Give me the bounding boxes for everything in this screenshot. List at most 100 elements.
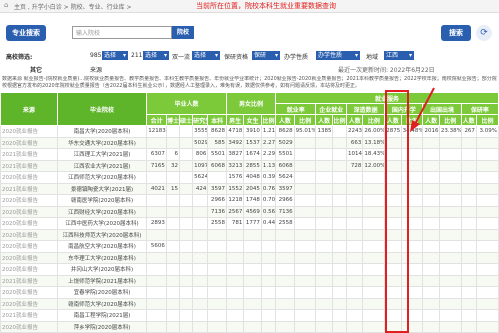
filter-nature-select[interactable]: 办学性质 (316, 51, 360, 60)
table-row[interactable]: 2020就业报告 井冈山大学(2020届本科) (0, 263, 499, 276)
cell-src[interactable]: 2020就业报告 (0, 228, 58, 241)
school-search-button[interactable]: 院校 (172, 26, 194, 39)
sub-header[interactable]: 比例 (438, 114, 462, 126)
cell-src[interactable]: 2020就业报告 (0, 194, 58, 207)
cell-school[interactable]: 江西农业大学(2021届) (56, 159, 148, 172)
cell-src[interactable]: 2020就业报告 (0, 217, 58, 230)
table-row[interactable]: 2021就业报告 南昌工程学院(2021届) (0, 309, 499, 322)
table-row[interactable]: 2020就业报告 宜春学院(2020届本科) (0, 286, 499, 299)
sub-header[interactable]: 比例 (475, 114, 499, 126)
sub-header[interactable]: 比例 (362, 114, 386, 126)
cell-school[interactable]: 江西师范大学(2020届本科) (56, 171, 148, 184)
cell-deep-r (362, 320, 386, 333)
table-row[interactable]: 2020就业报告 南昌航空大学(2020届本科) 5606 (0, 240, 499, 253)
table-row[interactable]: 2021就业报告 江西农业大学(2021届) 7165 32 1097 6068 3213 2… (0, 159, 499, 172)
sub-header[interactable]: 人数 (460, 114, 477, 126)
cell-school[interactable]: 东华理工大学(2020届本科) (56, 251, 148, 264)
cell-src[interactable]: 2021就业报告 (0, 182, 58, 195)
cell-school[interactable]: 赣南医学院(2020届本科) (56, 194, 148, 207)
filter-dfc-select[interactable]: 选择 (192, 51, 220, 60)
cell-school[interactable]: 江西科技师范大学(2020届本科) (56, 228, 148, 241)
table-row[interactable]: 2021就业报告 上饶师范学院(2021届本科) (0, 274, 499, 287)
cell-school[interactable]: 华东交通大学(2020届本科) (56, 136, 148, 149)
cell-total (146, 171, 167, 184)
sub-header[interactable]: 女生 (243, 114, 262, 126)
filter-211-select[interactable]: 选择 (143, 51, 169, 60)
table-row[interactable]: 2020就业报告 江西财经大学(2020届本科) 7136 2567 4569 0.56 7… (0, 205, 499, 218)
table-row[interactable]: 2020就业报告 赣南师范大学(2020届本科) (0, 297, 499, 310)
cell-male (225, 320, 245, 333)
breadcrumb[interactable]: 主页 , 升学小白诊 > 院校、专业、行业库 > (14, 2, 132, 11)
cell-src[interactable]: 2020就业报告 (0, 136, 58, 149)
cell-abroad-r (438, 228, 462, 241)
cell-school[interactable]: 宜春学院(2020届本科) (56, 286, 148, 299)
refresh-icon[interactable]: ⟳ (476, 25, 492, 41)
table-row[interactable]: 2020就业报告 华东交通大学(2020届本科) 5029 585 3492 1537 2.… (0, 136, 499, 149)
cell-school[interactable]: 南昌航空大学(2020届本科) (56, 240, 148, 253)
sub-header[interactable]: 人数 (346, 114, 364, 126)
cell-src[interactable]: 2020就业报告 (0, 171, 58, 184)
sub-header[interactable]: 研究生 (192, 114, 209, 126)
cell-school[interactable]: 上饶师范学院(2021届本科) (56, 274, 148, 287)
school-search-input[interactable]: 输入院校 (72, 26, 172, 39)
table-row[interactable]: 2021就业报告 江西理工大学(2021届) 6307 6 806 5501 3827 167… (0, 148, 499, 161)
site-logo-button[interactable]: 专业搜索 (6, 25, 46, 41)
cell-male (225, 240, 245, 253)
table-row[interactable]: 2020就业报告 江西科技师范大学(2020届本科) (0, 228, 499, 241)
sub-header[interactable]: 合计 (146, 114, 167, 126)
sub-header[interactable]: 本科 (207, 114, 227, 126)
cell-school[interactable]: 南昌大学(2020届本科) (56, 125, 148, 138)
cell-school[interactable]: 江西财经大学(2020届本科) (56, 205, 148, 218)
cell-src[interactable]: 2020就业报告 (0, 286, 58, 299)
cell-src[interactable]: 2021就业报告 (0, 159, 58, 172)
cell-school[interactable]: 江西理工大学(2021届) (56, 148, 148, 161)
cell-school[interactable]: 江西中医药大学(2020届本科) (56, 217, 148, 230)
cell-src[interactable]: 2020就业报告 (0, 251, 58, 264)
filter-baoyan-select[interactable]: 保研 (252, 51, 280, 60)
cell-by-n (460, 286, 477, 299)
table-row[interactable]: 2020就业报告 东华理工大学(2020届本科) (0, 251, 499, 264)
cell-src[interactable]: 2020就业报告 (0, 297, 58, 310)
cell-school[interactable]: 赣南师范大学(2020届本科) (56, 297, 148, 310)
cell-deep-n (346, 320, 364, 333)
cell-phd (165, 263, 181, 276)
cell-school[interactable]: 景德镇陶瓷大学(2021届) (56, 182, 148, 195)
cell-src[interactable]: 2020就业报告 (0, 205, 58, 218)
cell-school[interactable]: 井冈山大学(2020届本科) (56, 263, 148, 276)
sub-header[interactable]: 比例 (293, 114, 317, 126)
col-source[interactable]: 来源 (0, 92, 58, 126)
cell-src[interactable]: 2020就业报告 (0, 125, 58, 138)
cell-src[interactable]: 2021就业报告 (0, 148, 58, 161)
table-row[interactable]: 2020就业报告 江西师范大学(2020届本科) 5624 1576 4048 0.39 5… (0, 171, 499, 184)
cell-src[interactable]: 2020就业报告 (0, 320, 58, 333)
sub-header[interactable]: 硕士 (179, 114, 194, 126)
cell-school[interactable]: 南昌工程学院(2021届) (56, 309, 148, 322)
cell-school[interactable]: 萍乡学院(2020届本科) (56, 320, 148, 333)
home-icon[interactable]: ⌂ (4, 2, 11, 9)
cell-src[interactable]: 2021就业报告 (0, 274, 58, 287)
cell-src[interactable]: 2021就业报告 (0, 309, 58, 322)
cell-biz-n (315, 286, 333, 299)
sub-header[interactable]: 人数 (315, 114, 333, 126)
sub-header[interactable]: 博士 (165, 114, 181, 126)
sub-header[interactable]: 比例 (400, 114, 424, 126)
table-row[interactable]: 2021就业报告 景德镇陶瓷大学(2021届) 4021 15 424 3597 1552 2… (0, 182, 499, 195)
table-row[interactable]: 2020就业报告 南昌大学(2020届本科) 12183 3555 8628 4718 39… (0, 125, 499, 138)
sub-header[interactable]: 人数 (275, 114, 295, 126)
cell-abroad-n (422, 217, 440, 230)
sub-header[interactable]: 人数 (422, 114, 440, 126)
cell-biz-r (331, 205, 348, 218)
sub-header[interactable]: 比例 (331, 114, 348, 126)
cell-src[interactable]: 2020就业报告 (0, 240, 58, 253)
table-row[interactable]: 2020就业报告 赣南医学院(2020届本科) 2966 1218 1748 0.70 29… (0, 194, 499, 207)
sub-header[interactable]: 人数 (384, 114, 402, 126)
sub-header[interactable]: 男生 (225, 114, 245, 126)
filter-985-select[interactable]: 选择 (102, 51, 128, 60)
filter-region-select[interactable]: 江西 (384, 51, 414, 60)
search-button[interactable]: 搜索 (441, 25, 471, 41)
sub-header[interactable]: 比例 (260, 114, 277, 126)
cell-src[interactable]: 2020就业报告 (0, 263, 58, 276)
col-school[interactable]: 毕业院校 (56, 92, 148, 126)
table-row[interactable]: 2020就业报告 萍乡学院(2020届本科) (0, 320, 499, 333)
table-row[interactable]: 2020就业报告 江西中医药大学(2020届本科) 2893 2558 781 1777 0… (0, 217, 499, 230)
